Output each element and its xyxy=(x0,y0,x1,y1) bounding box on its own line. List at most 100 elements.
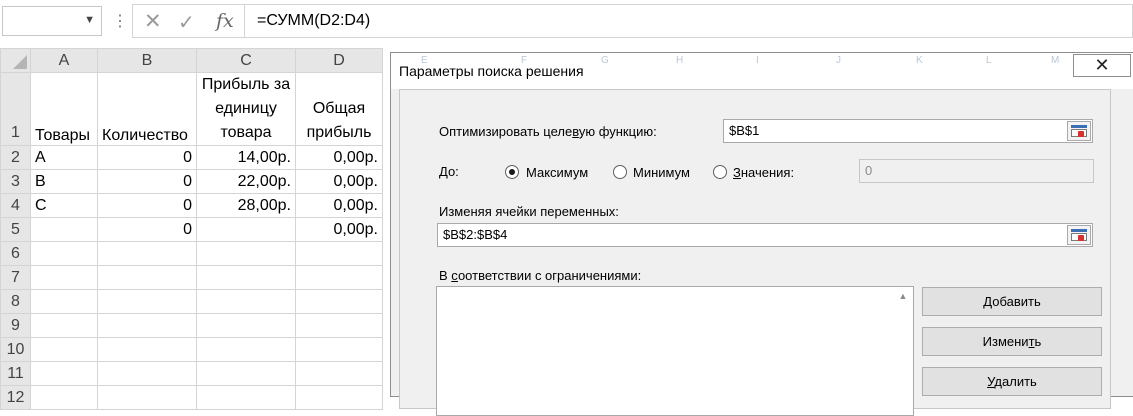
cell[interactable]: 14,00р. xyxy=(196,145,296,170)
radio-min-label[interactable]: Минимум xyxy=(633,165,690,180)
cell-b1[interactable]: Количество xyxy=(97,72,197,146)
dialog-panel: Оптимизировать целевую функцию: $B$1 До:… xyxy=(399,89,1111,416)
cell[interactable] xyxy=(97,241,197,266)
cell[interactable]: 28,00р. xyxy=(196,193,296,218)
cell[interactable] xyxy=(196,337,296,362)
cell[interactable]: 0 xyxy=(97,169,197,194)
constraints-label: В соответствии с ограничениями: xyxy=(439,268,642,283)
value-field[interactable]: 0 xyxy=(859,159,1094,183)
range-select-icon[interactable] xyxy=(1067,121,1091,141)
dialog-title-bar[interactable]: E F G H I J K L M Параметры поиска решен… xyxy=(391,53,1133,89)
cell[interactable]: A xyxy=(30,145,98,170)
cell[interactable]: 0,00р. xyxy=(295,217,383,242)
cancel-icon[interactable]: ✕ xyxy=(144,9,162,34)
column-header-b[interactable]: B xyxy=(97,48,197,73)
cell[interactable] xyxy=(97,385,197,410)
objective-label: Оптимизировать целевую функцию: xyxy=(439,124,657,139)
radio-max-label[interactable]: Максимум xyxy=(526,165,588,180)
cell[interactable]: C xyxy=(30,193,98,218)
cell[interactable] xyxy=(30,313,98,338)
cell[interactable] xyxy=(30,217,98,242)
radio-value-label[interactable]: Значения: xyxy=(733,165,794,180)
row-header[interactable]: 3 xyxy=(0,169,31,194)
row-header[interactable]: 7 xyxy=(0,265,31,290)
scroll-up-icon[interactable]: ▲ xyxy=(895,291,911,305)
cell[interactable] xyxy=(97,337,197,362)
name-box[interactable]: ▼ xyxy=(2,6,102,36)
cell[interactable]: 0,00р. xyxy=(295,145,383,170)
cell[interactable] xyxy=(295,289,383,314)
cell[interactable] xyxy=(97,313,197,338)
cell[interactable]: 0 xyxy=(97,145,197,170)
cell-d1[interactable]: Общая прибыль xyxy=(295,72,383,146)
formula-bar: ▼ ⋮ ✕ ✓ fx =СУММ(D2:D4) xyxy=(0,0,1133,44)
enter-icon[interactable]: ✓ xyxy=(178,10,195,35)
table-row: 4 C 0 28,00р. 0,00р. xyxy=(0,193,383,218)
cell[interactable] xyxy=(196,289,296,314)
select-all-corner[interactable] xyxy=(0,48,31,73)
cell[interactable] xyxy=(30,241,98,266)
cell[interactable]: 0 xyxy=(97,217,197,242)
cell[interactable] xyxy=(30,361,98,386)
insert-function-icon[interactable]: fx xyxy=(216,10,234,32)
radio-value[interactable] xyxy=(713,165,727,179)
cell[interactable]: 0,00р. xyxy=(295,169,383,194)
row-header[interactable]: 4 xyxy=(0,193,31,218)
radio-min[interactable] xyxy=(613,165,627,179)
range-select-icon[interactable] xyxy=(1067,225,1091,245)
cell[interactable]: B xyxy=(30,169,98,194)
row-header[interactable]: 2 xyxy=(0,145,31,170)
cell[interactable] xyxy=(295,361,383,386)
cell[interactable] xyxy=(30,265,98,290)
row-header[interactable]: 11 xyxy=(0,361,31,386)
cell[interactable] xyxy=(30,385,98,410)
ghost-col: H xyxy=(676,55,684,66)
cell[interactable] xyxy=(295,313,383,338)
cell[interactable] xyxy=(97,289,197,314)
cell[interactable] xyxy=(295,265,383,290)
row-header[interactable]: 8 xyxy=(0,289,31,314)
change-button[interactable]: Изменить xyxy=(922,327,1102,356)
ghost-col: L xyxy=(986,55,992,66)
cell[interactable] xyxy=(196,313,296,338)
cell[interactable] xyxy=(97,265,197,290)
formula-input[interactable]: =СУММ(D2:D4) xyxy=(244,4,1133,38)
constraints-list[interactable]: ▲ xyxy=(436,286,914,416)
table-row: 6 xyxy=(0,241,383,266)
cell-a1[interactable]: Товары xyxy=(30,72,98,146)
delete-button[interactable]: Удалить xyxy=(922,367,1102,396)
cell[interactable]: 22,00р. xyxy=(196,169,296,194)
to-label: До: xyxy=(439,164,459,179)
chevron-down-icon[interactable]: ▼ xyxy=(84,14,95,26)
cell[interactable]: 0 xyxy=(97,193,197,218)
row-header[interactable]: 6 xyxy=(0,241,31,266)
changing-cells-field[interactable]: $B$2:$B$4 xyxy=(437,223,1093,247)
cell[interactable] xyxy=(295,241,383,266)
radio-max[interactable] xyxy=(505,165,519,179)
close-button[interactable]: ✕ xyxy=(1073,54,1131,77)
cell[interactable] xyxy=(295,337,383,362)
row-header[interactable]: 5 xyxy=(0,217,31,242)
cell[interactable] xyxy=(196,217,296,242)
row-header[interactable]: 12 xyxy=(0,385,31,410)
cell-c1[interactable]: Прибыль за единицу товара xyxy=(196,72,296,146)
cell[interactable] xyxy=(97,361,197,386)
row-header[interactable]: 9 xyxy=(0,313,31,338)
cell[interactable] xyxy=(30,289,98,314)
cell[interactable] xyxy=(196,385,296,410)
ghost-col: M xyxy=(1051,55,1060,66)
cell[interactable] xyxy=(196,265,296,290)
cell[interactable]: 0,00р. xyxy=(295,193,383,218)
cell[interactable] xyxy=(196,241,296,266)
objective-field[interactable]: $B$1 xyxy=(723,119,1093,143)
cell[interactable] xyxy=(196,361,296,386)
cell[interactable] xyxy=(30,337,98,362)
column-header-d[interactable]: D xyxy=(295,48,383,73)
table-row: 2 A 0 14,00р. 0,00р. xyxy=(0,145,383,170)
add-button[interactable]: Добавить xyxy=(922,287,1102,316)
cell[interactable] xyxy=(295,385,383,410)
row-header[interactable]: 10 xyxy=(0,337,31,362)
column-header-c[interactable]: C xyxy=(196,48,296,73)
column-header-a[interactable]: A xyxy=(30,48,98,73)
row-header[interactable]: 1 xyxy=(0,72,31,146)
